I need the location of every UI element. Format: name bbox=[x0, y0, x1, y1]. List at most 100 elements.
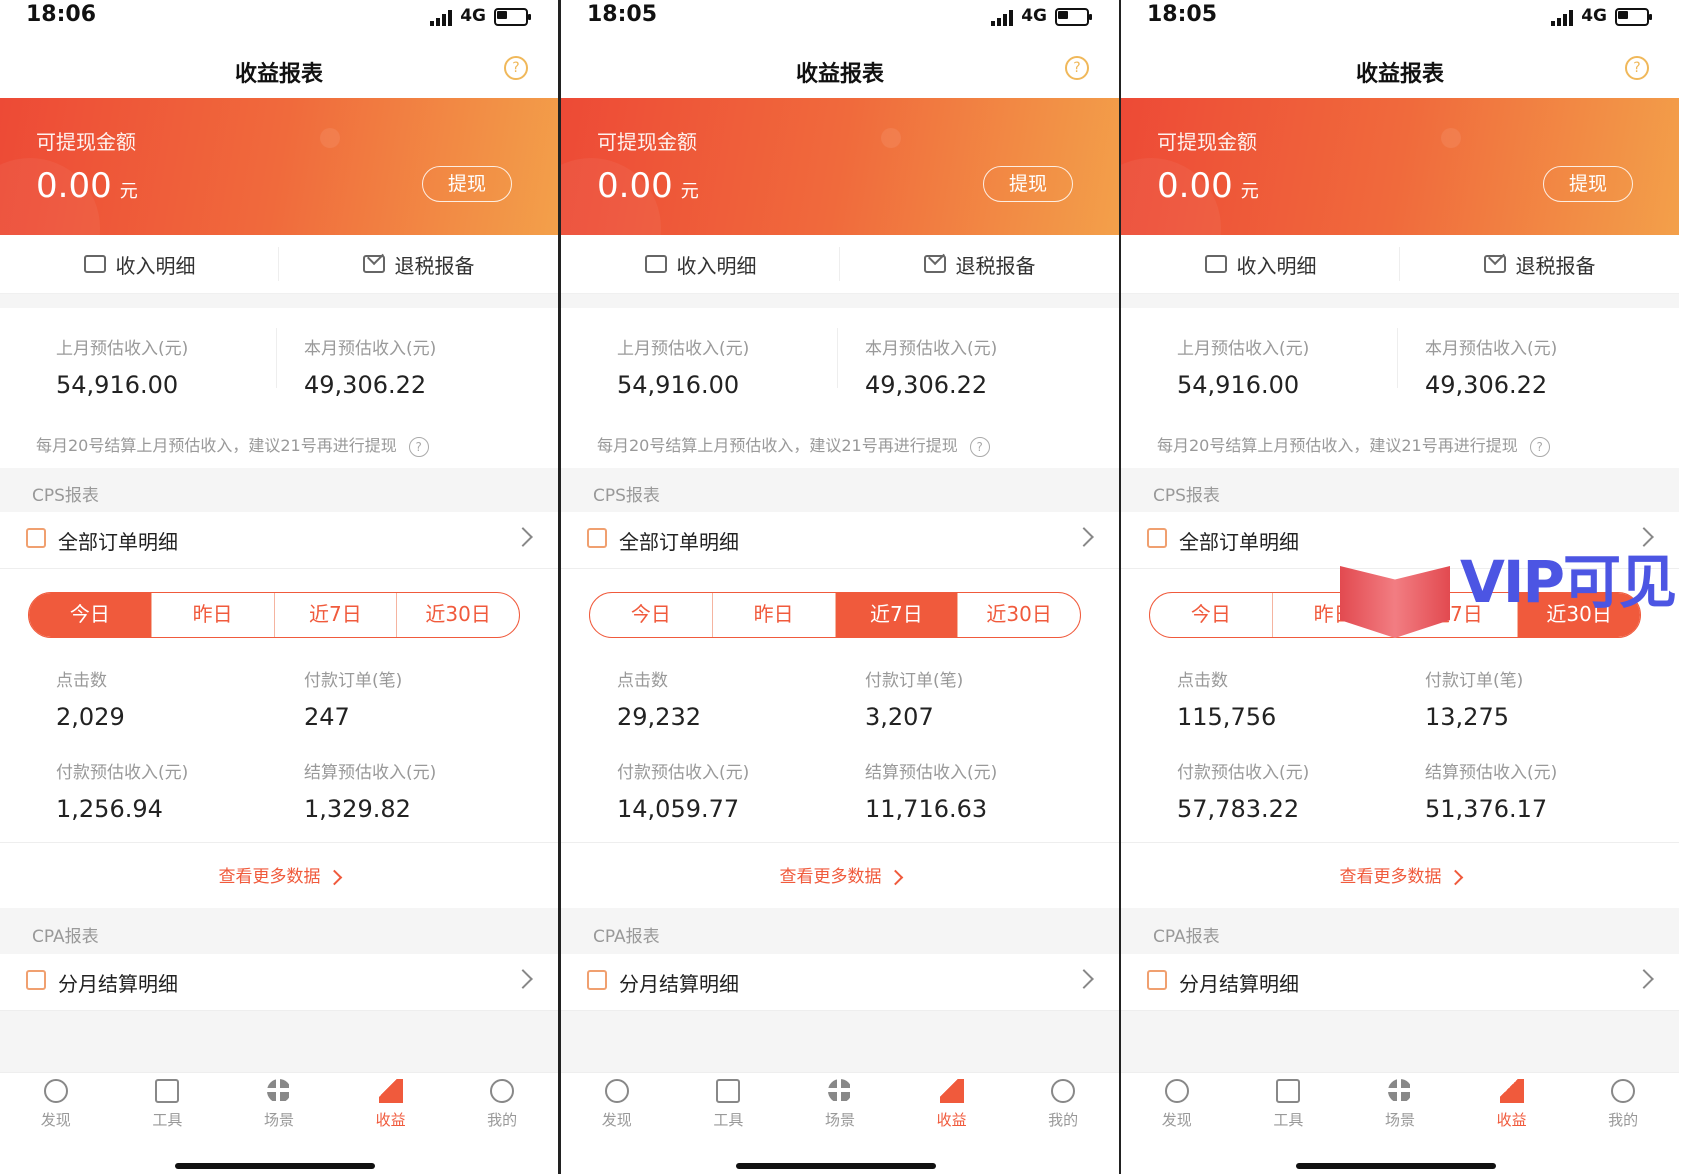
monthly-settlement-row[interactable]: 分月结算明细 bbox=[1121, 954, 1679, 1011]
tab-item[interactable]: 发现 bbox=[1121, 1073, 1233, 1153]
this-month-stat: 本月预估收入(元) 49,306.22 bbox=[865, 334, 997, 399]
pay-estimate-stat: 付款预估收入(元) 57,783.22 bbox=[1177, 758, 1309, 823]
stat-label: 本月预估收入(元) bbox=[865, 339, 998, 359]
stat-value: 54,916.00 bbox=[617, 371, 740, 399]
view-more-link[interactable]: 查看更多数据 bbox=[561, 862, 1119, 887]
tab-item[interactable]: 发现 bbox=[0, 1073, 112, 1153]
tax-report-button[interactable]: 退税报备 bbox=[840, 235, 1119, 293]
stat-value: 49,306.22 bbox=[865, 371, 988, 399]
tab-item[interactable]: 场景 bbox=[223, 1073, 335, 1153]
view-more-link[interactable]: 查看更多数据 bbox=[1121, 862, 1679, 887]
tab-item[interactable]: 工具 bbox=[1233, 1073, 1345, 1153]
stat-value: 1,329.82 bbox=[304, 795, 411, 823]
segment-option[interactable]: 近30日 bbox=[397, 593, 519, 637]
segment-option[interactable]: 今日 bbox=[590, 593, 713, 637]
mail-icon bbox=[1483, 255, 1506, 273]
note-text: 每月20号结算上月预估收入，建议21号再进行提现 bbox=[36, 436, 397, 455]
stat-label: 结算预估收入(元) bbox=[304, 763, 437, 783]
view-more-link[interactable]: 查看更多数据 bbox=[0, 862, 558, 887]
tab-item[interactable]: 我的 bbox=[1567, 1073, 1679, 1153]
tab-item[interactable]: 收益 bbox=[1456, 1073, 1568, 1153]
stat-divider bbox=[276, 660, 277, 820]
row-label: 全部订单明细 bbox=[58, 530, 178, 554]
segment-option[interactable]: 昨日 bbox=[713, 593, 836, 637]
nav-bar: 收益报表 ? bbox=[1121, 40, 1679, 100]
stat-value: 29,232 bbox=[617, 703, 701, 731]
help-icon[interactable]: ? bbox=[504, 56, 528, 80]
section-gap bbox=[0, 294, 558, 308]
tab-item[interactable]: 收益 bbox=[896, 1073, 1008, 1153]
help-icon[interactable]: ? bbox=[1625, 56, 1649, 80]
tax-report-button[interactable]: 退税报备 bbox=[1400, 235, 1679, 293]
withdraw-button[interactable]: 提现 bbox=[1543, 166, 1633, 202]
tab-label: 我的 bbox=[487, 1111, 518, 1129]
stat-value: 49,306.22 bbox=[1425, 371, 1548, 399]
all-orders-row[interactable]: 全部订单明细 bbox=[561, 512, 1119, 569]
segment-option[interactable]: 今日 bbox=[1150, 593, 1273, 637]
watermark-text: VIP可见 bbox=[1460, 548, 1677, 616]
stat-divider bbox=[837, 660, 838, 820]
stat-value: 13,275 bbox=[1425, 703, 1509, 731]
segment-option[interactable]: 近7日 bbox=[835, 593, 959, 637]
income-detail-button[interactable]: 收入明细 bbox=[1121, 235, 1400, 293]
income-detail-label: 收入明细 bbox=[115, 253, 196, 278]
tab-item[interactable]: 场景 bbox=[784, 1073, 896, 1153]
withdraw-amount: 0.00 元 bbox=[1157, 166, 1259, 206]
tab-label: 发现 bbox=[1161, 1111, 1192, 1129]
segment-option[interactable]: 今日 bbox=[29, 593, 152, 637]
bottom-gap bbox=[561, 1011, 1119, 1072]
mail-icon bbox=[923, 255, 946, 273]
stat-label: 本月预估收入(元) bbox=[1425, 339, 1558, 359]
nav-bar: 收益报表 ? bbox=[561, 40, 1119, 100]
section-gap bbox=[1121, 294, 1679, 308]
all-orders-row[interactable]: 全部订单明细 bbox=[0, 512, 558, 569]
tab-item[interactable]: 发现 bbox=[561, 1073, 673, 1153]
chevron-right-icon bbox=[513, 969, 533, 989]
tab-label: 场景 bbox=[263, 1111, 294, 1129]
help-icon[interactable]: ? bbox=[969, 436, 990, 457]
segment-option[interactable]: 近30日 bbox=[958, 593, 1080, 637]
tab-label: 收益 bbox=[375, 1111, 406, 1129]
tab-label: 我的 bbox=[1608, 1111, 1639, 1129]
amount-value: 0.00 bbox=[597, 166, 673, 206]
row-label: 全部订单明细 bbox=[619, 530, 739, 554]
help-icon[interactable]: ? bbox=[408, 436, 429, 457]
monthly-settlement-row[interactable]: 分月结算明细 bbox=[561, 954, 1119, 1011]
status-icons: 4G bbox=[1551, 6, 1652, 26]
help-icon[interactable]: ? bbox=[1529, 436, 1550, 457]
stat-label: 点击数 bbox=[617, 671, 668, 691]
chart-icon bbox=[378, 1079, 403, 1103]
segment-option[interactable]: 近7日 bbox=[275, 593, 398, 637]
income-detail-button[interactable]: 收入明细 bbox=[561, 235, 840, 293]
withdraw-button[interactable]: 提现 bbox=[422, 166, 512, 202]
orders-stat: 付款订单(笔) 13,275 bbox=[1425, 666, 1523, 731]
tab-item[interactable]: 收益 bbox=[335, 1073, 447, 1153]
withdraw-banner: 可提现金额 0.00 元 提现 bbox=[0, 98, 558, 235]
tab-item[interactable]: 我的 bbox=[446, 1073, 558, 1153]
income-detail-button[interactable]: 收入明细 bbox=[0, 235, 279, 293]
withdraw-button[interactable]: 提现 bbox=[983, 166, 1073, 202]
stat-value: 1,256.94 bbox=[56, 795, 163, 823]
last-month-stat: 上月预估收入(元) 54,916.00 bbox=[1177, 334, 1309, 399]
tab-item[interactable]: 我的 bbox=[1007, 1073, 1119, 1153]
segment-option[interactable]: 昨日 bbox=[152, 593, 275, 637]
stat-label: 付款预估收入(元) bbox=[617, 763, 750, 783]
stat-value: 115,756 bbox=[1177, 703, 1277, 731]
bulb-icon bbox=[604, 1079, 629, 1103]
help-icon[interactable]: ? bbox=[1065, 56, 1089, 80]
tab-item[interactable]: 工具 bbox=[673, 1073, 785, 1153]
chevron-right-icon bbox=[326, 869, 342, 885]
phone-screen-2: 18:05 4G 收益报表 ? 可提现金额 0.00 元 提现 收入明细 退税报备… bbox=[561, 0, 1119, 1174]
tab-item[interactable]: 场景 bbox=[1344, 1073, 1456, 1153]
view-more-label: 查看更多数据 bbox=[779, 867, 882, 887]
monthly-settlement-row[interactable]: 分月结算明细 bbox=[0, 954, 558, 1011]
amount-value: 0.00 bbox=[1157, 166, 1233, 206]
home-indicator bbox=[175, 1163, 375, 1169]
chevron-right-icon bbox=[1634, 969, 1654, 989]
withdraw-label: 可提现金额 bbox=[1157, 130, 1257, 154]
tab-item[interactable]: 工具 bbox=[112, 1073, 224, 1153]
withdraw-amount: 0.00 元 bbox=[597, 166, 699, 206]
tax-report-label: 退税报备 bbox=[394, 253, 475, 278]
tax-report-button[interactable]: 退税报备 bbox=[279, 235, 558, 293]
tab-label: 场景 bbox=[824, 1111, 855, 1129]
